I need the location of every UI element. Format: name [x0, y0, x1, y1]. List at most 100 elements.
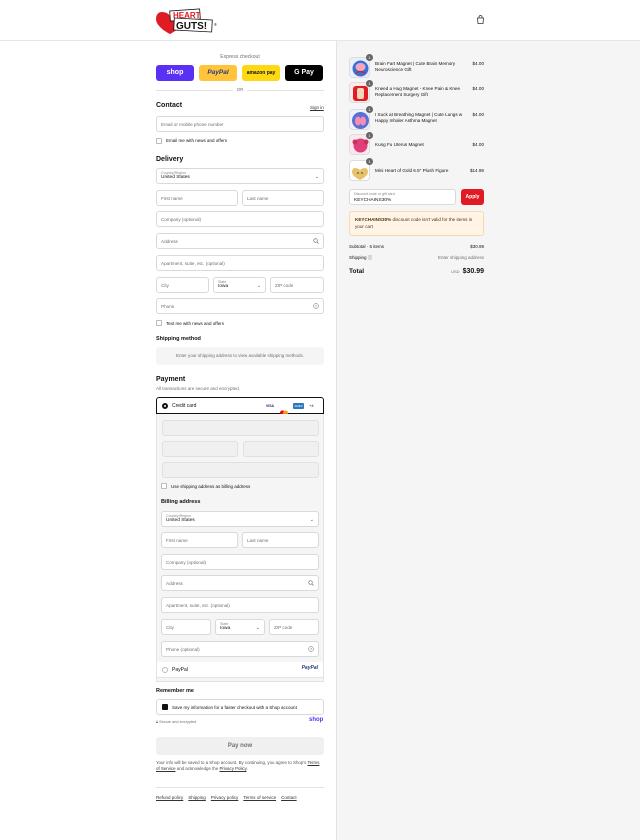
quantity-badge: 1	[366, 132, 373, 139]
remember-me-heading: Remember me	[156, 688, 194, 694]
total-value: $30.99	[462, 268, 484, 275]
product-price: $14.99	[469, 168, 484, 173]
privacy-policy-link[interactable]: Privacy Policy	[220, 766, 247, 771]
billing-last-name-field[interactable]: Last name	[242, 532, 319, 548]
expiration-field[interactable]	[162, 441, 238, 457]
billing-state-select[interactable]: State Iowa ⌄	[215, 619, 265, 635]
address-placeholder: Address	[161, 239, 178, 244]
paypal-label: PayPal	[172, 667, 188, 673]
discount-label: Discount code or gift card	[354, 192, 395, 196]
product-name: Mini Heart of Gold 6.5" Plush Figure	[375, 168, 449, 173]
footer-refund-link[interactable]: Refund policy	[156, 795, 183, 800]
product-price: $4.00	[472, 112, 485, 117]
use-shipping-checkbox[interactable]	[161, 483, 167, 489]
lock-icon: 🔒︎	[156, 720, 159, 724]
payment-heading: Payment	[156, 376, 186, 383]
product-name: Kneed a Hug Magnet - Knee Pain & Knee Re…	[375, 86, 461, 97]
help-icon[interactable]: ?	[313, 303, 319, 309]
text-news-label: Text me with news and offers	[166, 321, 224, 326]
terms-text-2: and acknowledge the	[176, 766, 219, 771]
last-name-field[interactable]: Last name	[242, 190, 324, 206]
mastercard-icon	[279, 403, 289, 416]
or-divider-label: OR	[233, 87, 247, 92]
paypal-button[interactable]: PayPal	[199, 65, 237, 81]
credit-card-option[interactable]: Credit card VISA AMEX +4	[156, 397, 324, 416]
shop-pay-button[interactable]: shop	[156, 65, 194, 81]
footer-contact-link[interactable]: Contact	[281, 795, 297, 800]
billing-country-select[interactable]: Country/Region United States ⌄	[161, 511, 319, 527]
credit-card-label: Credit card	[172, 403, 197, 409]
shipping-value: Enter shipping address	[437, 255, 484, 260]
apply-button[interactable]: Apply	[461, 189, 484, 205]
email-field[interactable]: Email or mobile phone number	[156, 116, 324, 132]
payment-subtitle: All transactions are secure and encrypte…	[156, 386, 241, 391]
city-field[interactable]: City	[156, 277, 209, 293]
discount-value: KEYCHAINS30%	[354, 198, 392, 203]
billing-company-field[interactable]: Company (optional)	[161, 554, 319, 570]
subtotal-label: Subtotal · 5 items	[349, 244, 385, 249]
company-field[interactable]: Company (optional)	[156, 211, 324, 227]
total-label: Total	[349, 268, 365, 275]
product-name: Kung Fu Uterus Magnet	[375, 142, 424, 147]
product-price: $4.00	[472, 86, 485, 91]
billing-address-field[interactable]: Address	[161, 575, 319, 591]
paypal-radio[interactable]	[162, 667, 168, 673]
sign-in-link[interactable]: Sign in	[310, 105, 324, 110]
quantity-badge: 1	[366, 158, 373, 165]
header: HEART GUTS! ®	[0, 0, 640, 41]
billing-first-name-field[interactable]: First name	[161, 532, 238, 548]
state-select[interactable]: State Iowa ⌄	[213, 277, 266, 293]
help-icon[interactable]: ?	[308, 646, 314, 652]
order-summary	[336, 41, 640, 840]
search-icon	[313, 238, 319, 244]
billing-zip-field[interactable]: ZIP code	[269, 619, 319, 635]
first-name-field[interactable]: First name	[156, 190, 238, 206]
security-code-field[interactable]	[243, 441, 319, 457]
more-cards-label: +4	[309, 403, 314, 408]
google-pay-button[interactable]: G Pay	[285, 65, 323, 81]
radio-selected[interactable]	[162, 403, 168, 409]
billing-phone-field[interactable]: Phone (optional) ?	[161, 641, 319, 657]
product-price: $4.00	[472, 61, 485, 66]
footer-terms-link[interactable]: Terms of service	[243, 795, 276, 800]
paypal-option[interactable]: PayPal PayPal	[156, 662, 324, 678]
shop-terms-text: Your info will be saved to a Shop accoun…	[156, 760, 324, 772]
footer-links: Refund policy Shipping Privacy policy Te…	[156, 795, 297, 800]
search-icon	[308, 580, 314, 586]
shopping-bag-icon[interactable]	[476, 15, 485, 24]
contact-heading: Contact	[156, 102, 183, 109]
discount-code-field[interactable]: Discount code or gift card KEYCHAINS30%	[349, 189, 456, 205]
info-icon[interactable]: ⓘ	[368, 255, 373, 260]
shipping-notice: Enter your shipping address to view avai…	[156, 347, 324, 365]
visa-icon: VISA	[265, 404, 275, 408]
billing-phone-placeholder: Phone (optional)	[166, 647, 200, 652]
secure-encrypted-label: 🔒︎ Secure and encrypted	[156, 720, 196, 724]
footer-privacy-link[interactable]: Privacy policy	[211, 795, 239, 800]
email-news-label: Email me with news and offers	[166, 138, 227, 143]
name-on-card-field[interactable]	[162, 462, 319, 478]
amazon-pay-button[interactable]: amazon pay	[242, 65, 280, 81]
paypal-logo: PayPal	[301, 665, 318, 671]
phone-field[interactable]: Phone ?	[156, 298, 324, 314]
chevron-down-icon: ⌄	[309, 517, 314, 523]
address-field[interactable]: Address	[156, 233, 324, 249]
billing-city-field[interactable]: City	[161, 619, 211, 635]
heart-guts-logo[interactable]: HEART GUTS! ®	[156, 6, 220, 34]
chevron-down-icon: ⌄	[255, 625, 260, 631]
billing-address-heading: Billing address	[161, 499, 201, 505]
apartment-field[interactable]: Apartment, suite, etc. (optional)	[156, 255, 324, 271]
billing-country-value: United States	[166, 518, 195, 523]
country-select[interactable]: Country/Region United States ⌄	[156, 168, 324, 184]
card-number-field[interactable]	[162, 420, 319, 436]
country-value: United States	[161, 175, 190, 180]
text-news-checkbox[interactable]	[156, 320, 162, 326]
footer-shipping-link[interactable]: Shipping	[188, 795, 206, 800]
email-news-checkbox[interactable]	[156, 138, 162, 144]
save-info-checkbox[interactable]	[162, 704, 168, 710]
terms-text-1: Your info will be saved to a Shop accoun…	[156, 760, 307, 765]
zip-field[interactable]: ZIP code	[270, 277, 324, 293]
divider	[156, 787, 324, 788]
pay-now-button[interactable]: Pay now	[156, 737, 324, 755]
shipping-label: Shipping ⓘ	[349, 255, 372, 261]
billing-apartment-field[interactable]: Apartment, suite, etc. (optional)	[161, 597, 319, 613]
